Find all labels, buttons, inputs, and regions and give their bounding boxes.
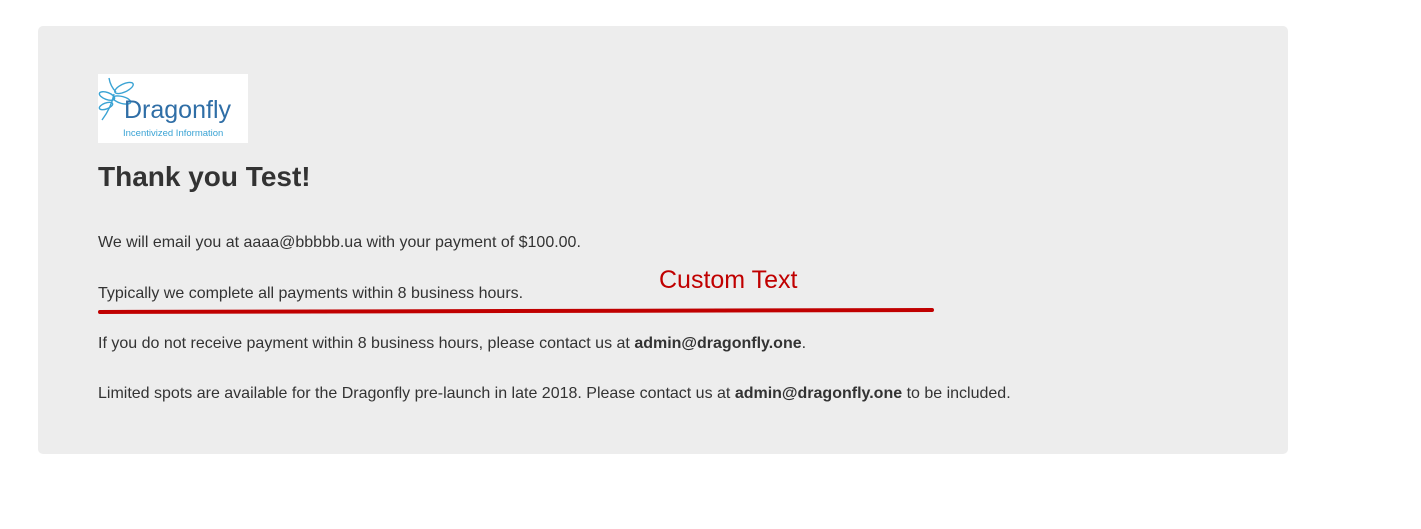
custom-text-annotation: Custom Text [659, 266, 798, 294]
prelaunch-email-link[interactable]: admin@dragonfly.one [735, 385, 902, 402]
contact-message-prefix: If you do not receive payment within 8 b… [98, 335, 635, 352]
logo-wordmark: Dragonfly [124, 96, 231, 124]
dragonfly-logo-graphic: Dragonfly Incentivized Information [98, 77, 231, 139]
email-payment-message: We will email you at aaaa@bbbbb.ua with … [98, 234, 581, 251]
contact-email-link[interactable]: admin@dragonfly.one [634, 335, 801, 352]
prelaunch-message-suffix: to be included. [902, 385, 1011, 402]
logo-tagline: Incentivized Information [123, 128, 223, 139]
annotation-underline [98, 308, 934, 314]
contact-message: If you do not receive payment within 8 b… [98, 335, 806, 353]
confirmation-card: Dragonfly Incentivized Information Thank… [38, 26, 1288, 454]
prelaunch-message: Limited spots are available for the Drag… [98, 385, 1011, 403]
contact-message-suffix: . [801, 335, 807, 352]
payment-timing-message: Typically we complete all payments withi… [98, 285, 524, 302]
prelaunch-message-prefix: Limited spots are available for the Drag… [98, 385, 735, 402]
page-title: Thank you Test! [98, 161, 311, 192]
dragonfly-logo: Dragonfly Incentivized Information [98, 74, 248, 143]
